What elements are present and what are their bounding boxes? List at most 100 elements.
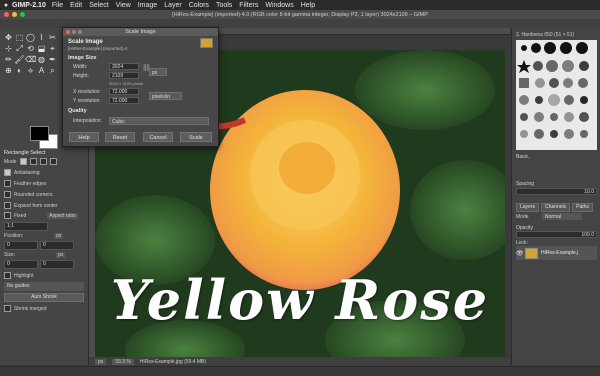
foreground-color-swatch[interactable] xyxy=(30,126,49,141)
close-window-button[interactable] xyxy=(4,12,9,17)
highlight-option[interactable]: Highlight xyxy=(4,272,33,279)
menu-filters[interactable]: Filters xyxy=(239,2,258,9)
size-unit-select[interactable]: px xyxy=(149,68,167,76)
layer-mode-label: Mode xyxy=(516,214,529,220)
menu-layer[interactable]: Layer xyxy=(164,2,182,9)
menu-help[interactable]: Help xyxy=(301,2,315,9)
menu-edit[interactable]: Edit xyxy=(70,2,82,9)
brushes-grid[interactable] xyxy=(516,40,597,150)
layer-item[interactable]: 👁 HiRes-Example.j xyxy=(516,246,597,260)
shrink-merged-option[interactable]: Shrink merged xyxy=(4,305,47,312)
guides-select[interactable]: No guides xyxy=(4,282,84,291)
tool-icon[interactable]: ⬚ xyxy=(14,32,25,43)
tool-icon[interactable]: ⊹ xyxy=(3,43,14,54)
position-y-field[interactable]: 0 xyxy=(40,241,74,250)
ratio-field[interactable]: 1:1 xyxy=(4,222,48,231)
tab-channels[interactable]: Channels xyxy=(541,203,571,212)
tool-icon[interactable]: ◐ xyxy=(14,65,25,76)
fixed-checkbox[interactable] xyxy=(4,212,11,219)
highlight-checkbox[interactable] xyxy=(4,272,11,279)
mode-subtract-icon[interactable] xyxy=(39,158,47,165)
mode-add-icon[interactable] xyxy=(29,158,37,165)
menu-select[interactable]: Select xyxy=(89,2,108,9)
shrink-merged-checkbox[interactable] xyxy=(4,305,11,312)
window-titlebar: [HiRes-Example] (imported)-4.0 (RGB colo… xyxy=(0,10,600,19)
interpolation-select[interactable]: Cubic xyxy=(109,117,209,125)
size-unit-select[interactable]: px xyxy=(56,252,66,258)
image-size-heading: Image Size xyxy=(68,55,97,61)
position-unit-select[interactable]: px xyxy=(54,233,64,239)
tool-icon[interactable]: ⟲ xyxy=(25,43,36,54)
mode-intersect-icon[interactable] xyxy=(49,158,57,165)
visibility-eye-icon[interactable]: 👁 xyxy=(516,250,524,257)
file-info: HiRes-Example.jpg (59.4 MB) xyxy=(139,358,206,365)
tool-icon[interactable]: ◯ xyxy=(25,32,36,43)
size-x-field[interactable]: 0 xyxy=(4,260,38,269)
expand-from-center-option[interactable]: Expand from center xyxy=(4,202,58,209)
auto-shrink-button[interactable]: Auto Shrink xyxy=(4,293,84,302)
tab-paths[interactable]: Paths xyxy=(572,203,593,212)
y-resolution-input[interactable]: 72.000 xyxy=(109,97,139,104)
expand-from-center-checkbox[interactable] xyxy=(4,202,11,209)
cancel-button[interactable]: Cancel xyxy=(143,132,173,142)
rounded-corners-checkbox[interactable] xyxy=(4,191,11,198)
fixed-option[interactable]: Fixed Aspect ratio xyxy=(4,212,78,219)
menu-view[interactable]: View xyxy=(116,2,131,9)
tool-options-title: Rectangle Select xyxy=(4,150,46,156)
antialiasing-option[interactable]: Antialiasing xyxy=(4,169,40,176)
width-input[interactable]: 3024 xyxy=(109,63,139,70)
tab-layers[interactable]: Layers xyxy=(516,203,540,212)
opacity-field[interactable]: 100.0 xyxy=(516,231,597,238)
minimize-window-button[interactable] xyxy=(12,12,17,17)
menu-colors[interactable]: Colors xyxy=(189,2,209,9)
dialog-minimize-button[interactable] xyxy=(72,30,76,34)
help-button[interactable]: Help xyxy=(69,132,99,142)
scale-button[interactable]: Scale xyxy=(180,132,212,142)
dialog-zoom-button[interactable] xyxy=(78,30,82,34)
tool-icon[interactable]: ◍ xyxy=(36,54,47,65)
height-input[interactable]: 2109 xyxy=(109,72,139,79)
dialog-subheading: [HiRes-Example] (imported)-4 xyxy=(68,46,128,51)
tool-icon[interactable]: ⬓ xyxy=(36,43,47,54)
reset-button[interactable]: Reset xyxy=(105,132,135,142)
tool-icon[interactable]: ⌕ xyxy=(47,65,58,76)
unit-select[interactable]: px xyxy=(95,358,107,365)
tool-icon[interactable]: ⤢ xyxy=(14,43,25,54)
rounded-corners-option[interactable]: Rounded corners xyxy=(4,191,52,198)
menu-tools[interactable]: Tools xyxy=(216,2,232,9)
size-y-field[interactable]: 0 xyxy=(40,260,74,269)
feather-edges-option[interactable]: Feather edges xyxy=(4,180,46,187)
color-swatches[interactable] xyxy=(30,126,60,149)
expand-from-center-label: Expand from center xyxy=(14,202,58,209)
tool-icon[interactable]: ⊕ xyxy=(3,65,14,76)
tool-icon[interactable]: ⌫ xyxy=(25,54,36,65)
menu-windows[interactable]: Windows xyxy=(265,2,293,9)
size-row: Size: px xyxy=(4,252,66,258)
mode-row: Mode xyxy=(4,158,57,165)
tool-icon[interactable]: ✏ xyxy=(3,54,14,65)
tool-icon[interactable]: ⟡ xyxy=(25,65,36,76)
apple-icon[interactable]: ● xyxy=(0,2,12,9)
tool-icon[interactable]: ✂ xyxy=(47,32,58,43)
menu-file[interactable]: File xyxy=(52,2,63,9)
x-resolution-input[interactable]: 72.000 xyxy=(109,88,139,95)
zoom-select[interactable]: 33.3 % xyxy=(112,358,134,365)
app-name[interactable]: GIMP-2.10 xyxy=(12,2,46,9)
tool-icon[interactable]: ⌖ xyxy=(47,43,58,54)
position-x-field[interactable]: 0 xyxy=(4,241,38,250)
zoom-window-button[interactable] xyxy=(20,12,25,17)
tool-icon[interactable]: 🖌 xyxy=(14,54,25,65)
layer-mode-select[interactable]: Normal xyxy=(542,213,582,220)
dialog-close-button[interactable] xyxy=(66,30,70,34)
mode-replace-icon[interactable] xyxy=(19,158,27,165)
feather-edges-checkbox[interactable] xyxy=(4,180,11,187)
tool-icon[interactable]: ✥ xyxy=(3,32,14,43)
tool-icon[interactable]: ⌇ xyxy=(36,32,47,43)
spacing-field[interactable]: 10.0 xyxy=(516,188,597,195)
antialiasing-checkbox[interactable] xyxy=(4,169,11,176)
menu-image[interactable]: Image xyxy=(138,2,157,9)
fixed-mode-select[interactable]: Aspect ratio xyxy=(47,212,78,219)
tool-icon[interactable]: A xyxy=(36,65,47,76)
tool-icon[interactable]: ✒ xyxy=(47,54,58,65)
resolution-unit-select[interactable]: pixels/in xyxy=(149,92,182,100)
